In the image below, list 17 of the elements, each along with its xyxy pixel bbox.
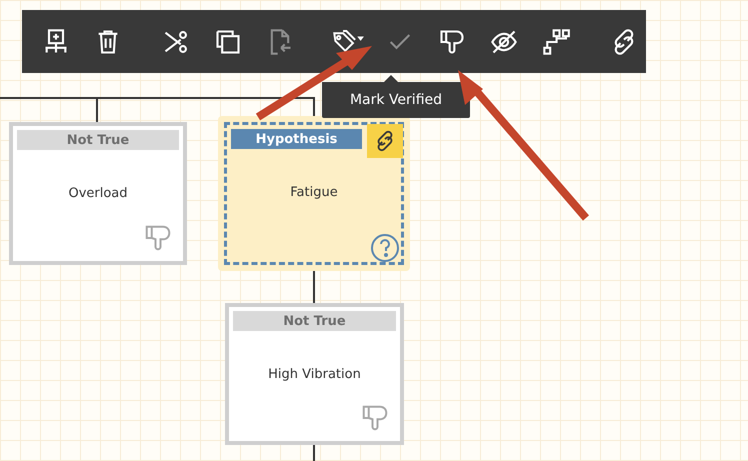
- paperclip-icon[interactable]: [367, 124, 403, 158]
- thumbs-down-icon: [143, 223, 173, 253]
- thumbs-down-icon: [360, 403, 390, 433]
- status-label: Not True: [17, 130, 179, 150]
- node-card[interactable]: Not True Overload: [9, 122, 187, 265]
- node-title: Overload: [68, 186, 128, 201]
- hierarchy-icon: [542, 28, 570, 56]
- status-label: Not True: [233, 311, 396, 331]
- question-icon: [370, 233, 400, 263]
- node-title: Fatigue: [290, 185, 338, 200]
- node-card[interactable]: Hypothesis Fatigue: [218, 116, 410, 271]
- node-card[interactable]: Not True High Vibration: [225, 303, 404, 445]
- thumbs-down-icon: [438, 28, 466, 56]
- status-label: Hypothesis: [231, 129, 362, 149]
- node-title: High Vibration: [268, 367, 361, 382]
- copy-icon: [214, 28, 242, 56]
- tooltip: Mark Verified: [322, 75, 470, 118]
